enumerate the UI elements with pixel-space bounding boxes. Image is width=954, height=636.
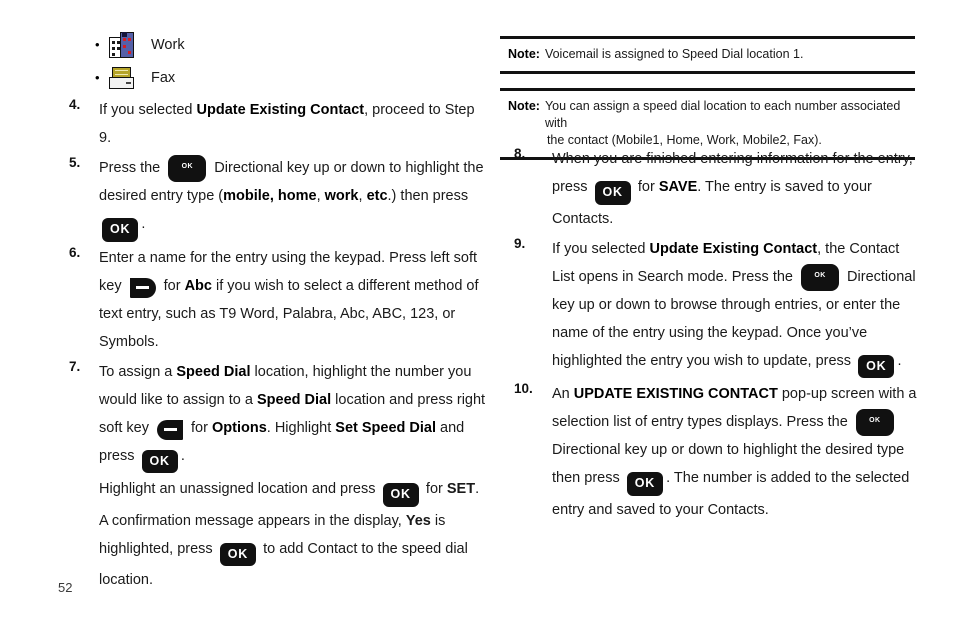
list-item: • Work xyxy=(95,28,485,61)
step-text: If you selected Update Existing Contact,… xyxy=(552,235,919,378)
emphasis-text: UPDATE EXISTING CONTACT xyxy=(573,386,778,402)
emphasis-text: work xyxy=(324,188,359,204)
emphasis-text: etc xyxy=(366,188,388,204)
left-soft-key-icon xyxy=(129,277,156,298)
ok-key-icon: OK xyxy=(858,354,895,378)
ok-key-icon: OK xyxy=(626,472,664,496)
work-building-icon xyxy=(109,31,143,58)
step-text: Enter a name for the entry using the key… xyxy=(99,249,479,350)
step-sub-paragraph: Highlight an unassigned location and pre… xyxy=(69,475,487,594)
emphasis-text: Options xyxy=(211,419,267,436)
step-text: Press the Directional key up or down to … xyxy=(99,154,487,242)
emphasis-text: Speed Dial xyxy=(256,391,332,408)
step-number: 4. xyxy=(69,97,81,112)
numbered-step: 10. An UPDATE EXISTING CONTACT pop-up scr… xyxy=(514,380,919,524)
ok-key-icon: OK xyxy=(219,542,257,566)
note-label: Note: xyxy=(508,99,540,113)
note-text-line1: You can assign a speed dial location to … xyxy=(544,99,901,130)
note-label: Note: xyxy=(508,47,540,61)
note-text: You can assign a speed dial location to … xyxy=(545,98,911,149)
bullet-label: Work xyxy=(151,36,185,53)
manual-page: • Work • Fax 4. If you selected Update E… xyxy=(0,0,954,636)
step-number-spacer xyxy=(69,475,99,594)
emphasis-text: Update Existing Contact xyxy=(196,102,365,118)
directional-key-icon xyxy=(801,263,840,291)
note-voicemail: Note: Voicemail is assigned to Speed Dia… xyxy=(500,36,915,74)
directional-key-icon xyxy=(855,409,894,436)
numbered-step: 9. If you selected Update Existing Contac… xyxy=(514,235,919,378)
right-soft-key-icon xyxy=(157,419,183,440)
ok-key-icon: OK xyxy=(382,483,419,507)
left-step-list: 4. If you selected Update Existing Contac… xyxy=(69,96,487,596)
numbered-step: 5. Press the Directional key up or down t… xyxy=(69,154,487,242)
step-text: An UPDATE EXISTING CONTACT pop-up screen… xyxy=(552,380,919,524)
emphasis-text: SAVE xyxy=(658,179,698,195)
step-number: 9. xyxy=(514,235,526,251)
emphasis-text: Speed Dial xyxy=(176,363,251,380)
fax-machine-icon xyxy=(109,66,143,89)
emphasis-text: Update Existing Contact xyxy=(649,240,818,257)
emphasis-text: Set Speed Dial xyxy=(335,419,437,436)
step-number: 8. xyxy=(514,146,526,161)
list-item: • Fax xyxy=(95,61,485,94)
ok-key-icon: OK xyxy=(594,181,631,205)
note-text: Voicemail is assigned to Speed Dial loca… xyxy=(544,47,804,61)
numbered-step: 8. When you are finished entering informa… xyxy=(514,145,919,233)
bullet-marker: • xyxy=(95,37,100,52)
step-number: 6. xyxy=(69,244,81,260)
bullet-label: Fax xyxy=(151,69,176,86)
numbered-step: 6. Enter a name for the entry using the k… xyxy=(69,244,487,356)
page-number: 52 xyxy=(58,580,73,595)
step-text: If you selected Update Existing Contact,… xyxy=(99,102,475,146)
emphasis-text: Yes xyxy=(405,512,431,529)
entry-type-bullet-list: • Work • Fax xyxy=(95,28,485,94)
step-text: When you are finished entering informati… xyxy=(552,151,913,227)
step-text: To assign a Speed Dial location, highlig… xyxy=(99,358,487,473)
emphasis-text: SET xyxy=(446,481,476,497)
bullet-marker: • xyxy=(95,70,100,85)
ok-key-icon: OK xyxy=(102,218,139,242)
ok-key-icon: OK xyxy=(141,449,178,473)
numbered-step: 4. If you selected Update Existing Contac… xyxy=(69,96,487,152)
right-step-list: 8. When you are finished entering informa… xyxy=(514,145,919,526)
step-number: 7. xyxy=(69,358,81,374)
emphasis-text: mobile, home xyxy=(223,188,317,204)
emphasis-text: Abc xyxy=(184,277,212,294)
sub-paragraph-text: Highlight an unassigned location and pre… xyxy=(99,481,480,588)
directional-key-icon xyxy=(168,155,207,182)
step-number: 5. xyxy=(69,155,81,170)
step-number: 10. xyxy=(514,381,533,396)
numbered-step: 7. To assign a Speed Dial location, highl… xyxy=(69,358,487,473)
